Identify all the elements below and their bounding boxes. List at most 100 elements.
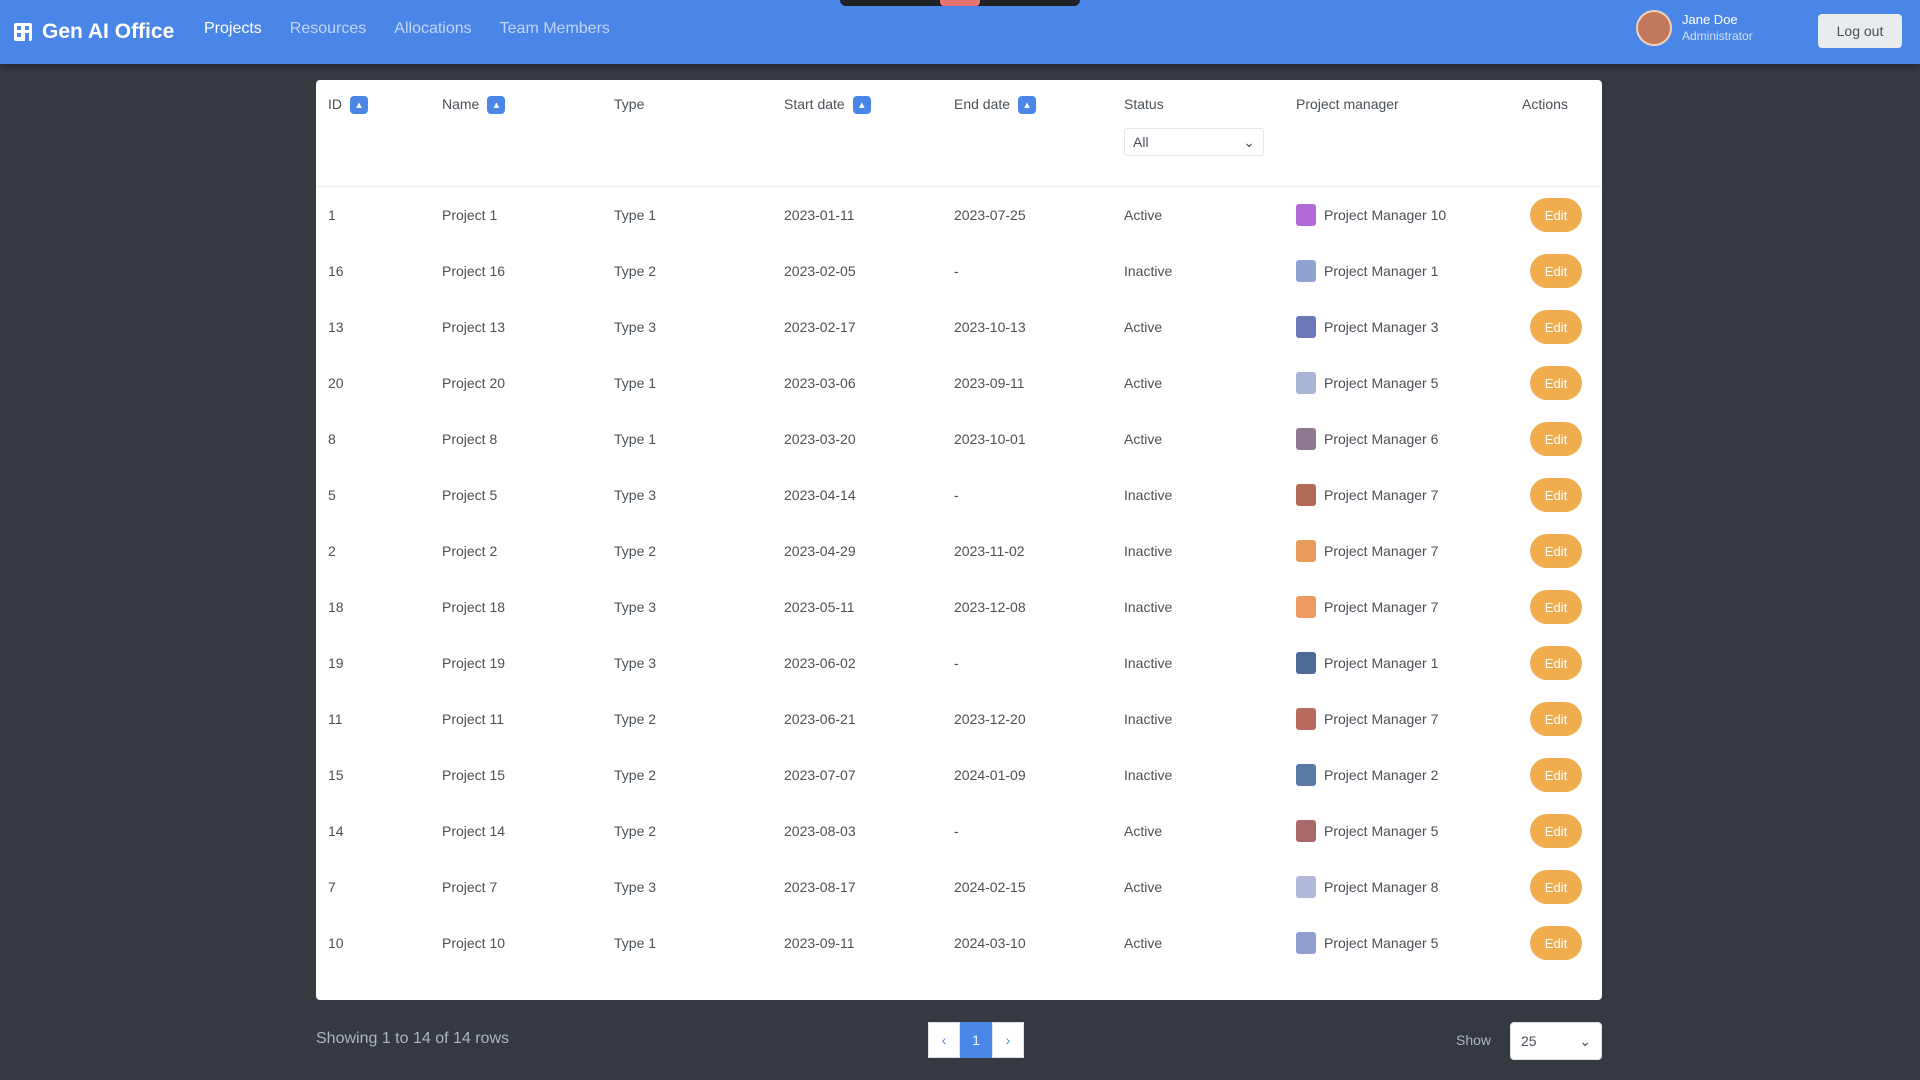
chevron-down-icon: ⌄ (1243, 133, 1255, 150)
cell-start-date: 2023-08-03 (784, 823, 856, 839)
cell-end-date: 2023-11-02 (954, 543, 1025, 559)
header-id[interactable]: ID ▴ (316, 80, 430, 187)
edit-button[interactable]: Edit (1530, 478, 1582, 512)
edit-button[interactable]: Edit (1530, 366, 1582, 400)
user-role: Administrator (1682, 29, 1753, 43)
edit-button[interactable]: Edit (1530, 814, 1582, 848)
cell-project-manager: Project Manager 7 (1284, 467, 1510, 523)
cell-end-date: 2023-07-25 (954, 207, 1026, 223)
cell-start-date: 2023-03-06 (784, 375, 856, 391)
pagination: ‹ 1 › (928, 1022, 1024, 1058)
manager-avatar-icon (1296, 540, 1316, 562)
project-manager: Project Manager 1 (1296, 652, 1510, 674)
edit-button[interactable]: Edit (1530, 646, 1582, 680)
cell-project-manager: Project Manager 6 (1284, 411, 1510, 467)
edit-button[interactable]: Edit (1530, 422, 1582, 456)
project-manager: Project Manager 6 (1296, 428, 1510, 450)
cell-start-date: 2023-09-11 (784, 935, 855, 951)
next-page-button[interactable]: › (992, 1022, 1024, 1058)
office-icon (14, 23, 32, 41)
cell-end-date: 2023-12-20 (954, 711, 1026, 727)
project-manager: Project Manager 8 (1296, 876, 1510, 898)
prev-page-button[interactable]: ‹ (928, 1022, 960, 1058)
page-size-value: 25 (1521, 1033, 1537, 1049)
manager-avatar-icon (1296, 204, 1316, 226)
cell-actions: Edit (1510, 299, 1602, 355)
cell-actions: Edit (1510, 411, 1602, 467)
sort-icon[interactable]: ▴ (852, 96, 871, 115)
cell-type: Type 1 (614, 935, 657, 951)
status-filter-select[interactable]: All ⌄ (1124, 128, 1264, 156)
cell-type: Type 2 (614, 767, 657, 783)
edit-button[interactable]: Edit (1530, 198, 1582, 232)
cell-name: Project 5 (442, 487, 498, 503)
cell-name: Project 13 (442, 319, 506, 335)
nav-team-members[interactable]: Team Members (500, 20, 610, 38)
cell-actions: Edit (1510, 355, 1602, 411)
brand[interactable]: Gen AI Office (12, 18, 174, 46)
project-manager: Project Manager 5 (1296, 372, 1510, 394)
edit-button[interactable]: Edit (1530, 926, 1582, 960)
sort-icon[interactable]: ▴ (1018, 96, 1037, 115)
cell-id: 2 (328, 543, 336, 559)
sort-icon[interactable]: ▴ (350, 96, 368, 115)
chevron-down-icon: ⌄ (1579, 1032, 1591, 1049)
cell-name: Project 7 (442, 879, 498, 895)
project-manager: Project Manager 7 (1296, 596, 1510, 618)
cell-actions: Edit (1510, 243, 1602, 299)
cell-id: 8 (328, 431, 336, 447)
page-size-select[interactable]: 25 ⌄ (1510, 1022, 1602, 1060)
edit-button[interactable]: Edit (1530, 590, 1582, 624)
project-manager: Project Manager 5 (1296, 820, 1510, 842)
cell-status: Active (1124, 935, 1163, 951)
cell-start-date: 2023-06-21 (784, 711, 856, 727)
header-status: Status All ⌄ (1112, 80, 1284, 187)
cell-type: Type 1 (614, 431, 657, 447)
edit-button[interactable]: Edit (1530, 310, 1582, 344)
cell-id: 13 (328, 319, 344, 335)
cell-project-manager: Project Manager 7 (1284, 691, 1510, 747)
table-row: 8 Project 8 Type 1 2023-03-20 2023-10-01 Acti… (316, 411, 1602, 467)
table-row: 16 Project 16 Type 2 2023-02-05 - Inactive Pro… (316, 243, 1602, 299)
sort-icon[interactable]: ▴ (487, 96, 506, 115)
nav-projects[interactable]: Projects (204, 20, 262, 38)
manager-avatar-icon (1296, 316, 1316, 338)
edit-button[interactable]: Edit (1530, 758, 1582, 792)
cell-status: Active (1124, 207, 1163, 223)
header-project-manager: Project manager (1284, 80, 1510, 187)
edit-button[interactable]: Edit (1530, 870, 1582, 904)
cell-id: 10 (328, 935, 344, 951)
header-name[interactable]: Name ▴ (430, 80, 602, 187)
edit-button[interactable]: Edit (1530, 534, 1582, 568)
manager-avatar-icon (1296, 596, 1316, 618)
manager-name: Project Manager 7 (1324, 543, 1439, 559)
manager-name: Project Manager 5 (1324, 823, 1439, 839)
cell-id: 18 (328, 599, 344, 615)
header-start-date[interactable]: Start date ▴ (772, 80, 942, 187)
cell-start-date: 2023-03-20 (784, 431, 856, 447)
project-manager: Project Manager 2 (1296, 764, 1510, 786)
cell-type: Type 3 (614, 319, 657, 335)
cell-name: Project 2 (442, 543, 498, 559)
avatar (1636, 10, 1672, 46)
table-row: 15 Project 15 Type 2 2023-07-07 2024-01-09 In… (316, 747, 1602, 803)
cell-project-manager: Project Manager 1 (1284, 243, 1510, 299)
nav-links: Projects Resources Allocations Team Memb… (204, 20, 638, 38)
cell-actions: Edit (1510, 523, 1602, 579)
cell-status: Inactive (1124, 487, 1173, 503)
manager-avatar-icon (1296, 764, 1316, 786)
manager-avatar-icon (1296, 652, 1316, 674)
nav-allocations[interactable]: Allocations (394, 20, 471, 38)
nav-resources[interactable]: Resources (290, 20, 366, 38)
edit-button[interactable]: Edit (1530, 702, 1582, 736)
manager-avatar-icon (1296, 372, 1316, 394)
edit-button[interactable]: Edit (1530, 254, 1582, 288)
page-1-button[interactable]: 1 (960, 1022, 992, 1058)
project-manager: Project Manager 7 (1296, 484, 1510, 506)
logout-button[interactable]: Log out (1818, 14, 1902, 48)
header-end-date[interactable]: End date ▴ (942, 80, 1112, 187)
user-menu[interactable]: Jane Doe Administrator (1636, 10, 1753, 46)
page-size-label: Show (1456, 1032, 1492, 1048)
manager-name: Project Manager 8 (1324, 879, 1439, 895)
cell-name: Project 10 (442, 935, 506, 951)
